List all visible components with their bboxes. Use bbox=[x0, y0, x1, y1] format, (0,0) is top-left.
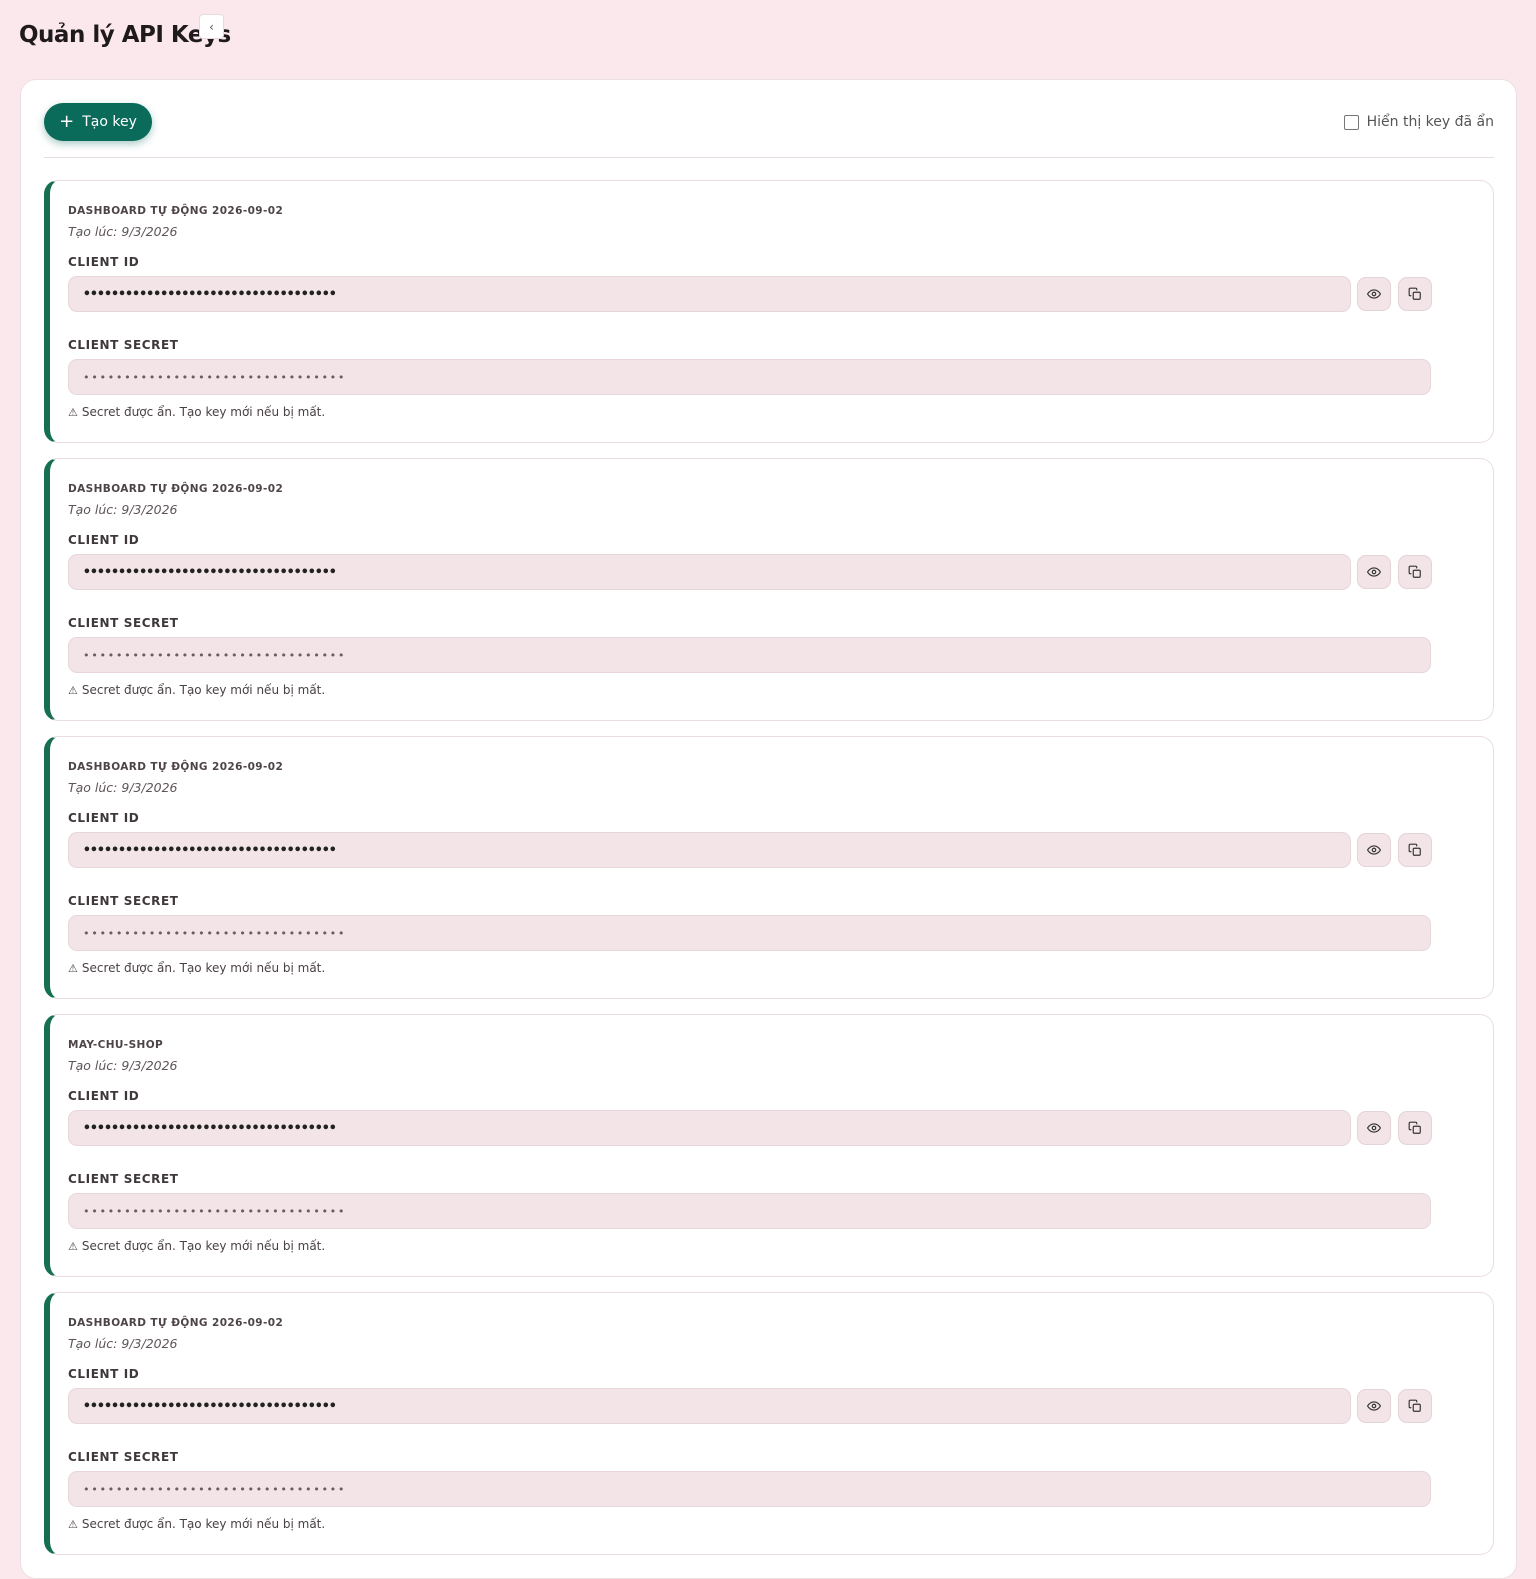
warning-icon: ⚠ bbox=[68, 1239, 78, 1253]
reveal-client-id-button[interactable] bbox=[1357, 833, 1391, 867]
copy-client-id-button[interactable] bbox=[1398, 1389, 1432, 1423]
warning-icon: ⚠ bbox=[68, 961, 78, 975]
key-name: DASHBOARD TỰ ĐỘNG 2026-09-02 bbox=[68, 205, 284, 217]
created-at: Tạo lúc: 9/3/2026 bbox=[68, 1058, 178, 1073]
api-keys-panel: + Tạo key Hiển thị key đã ẩn DASHBOARD T… bbox=[20, 79, 1517, 1579]
collapse-sidebar-button[interactable]: ‹ bbox=[199, 14, 224, 39]
copy-icon bbox=[1408, 843, 1421, 856]
show-hidden-toggle[interactable]: Hiển thị key đã ẩn bbox=[1343, 114, 1494, 130]
key-card: DASHBOARD TỰ ĐỘNG 2026-09-02 Tạo lúc: 9/… bbox=[44, 1292, 1494, 1555]
secret-warning: ⚠ Secret được ẩn. Tạo key mới nếu bị mất… bbox=[68, 683, 325, 697]
client-id-label: CLIENT ID bbox=[68, 1367, 140, 1381]
key-name: DASHBOARD TỰ ĐỘNG 2026-09-02 bbox=[68, 483, 284, 495]
secret-warning: ⚠ Secret được ẩn. Tạo key mới nếu bị mất… bbox=[68, 405, 325, 419]
created-at: Tạo lúc: 9/3/2026 bbox=[68, 1336, 178, 1351]
key-card: DASHBOARD TỰ ĐỘNG 2026-09-02 Tạo lúc: 9/… bbox=[44, 458, 1494, 721]
client-id-label: CLIENT ID bbox=[68, 533, 140, 547]
chevron-left-icon: ‹ bbox=[209, 19, 214, 34]
client-secret-label: CLIENT SECRET bbox=[68, 616, 179, 630]
client-id-field[interactable]: •••••••••••••••••••••••••••••••••••• bbox=[68, 832, 1351, 868]
copy-icon bbox=[1408, 1121, 1421, 1134]
key-list: DASHBOARD TỰ ĐỘNG 2026-09-02 Tạo lúc: 9/… bbox=[44, 180, 1494, 1570]
eye-icon bbox=[1367, 567, 1381, 577]
secret-warning: ⚠ Secret được ẩn. Tạo key mới nếu bị mất… bbox=[68, 961, 325, 975]
client-secret-field[interactable]: •••••••••••••••••••••••••••••••• bbox=[68, 1471, 1431, 1507]
key-name: DASHBOARD TỰ ĐỘNG 2026-09-02 bbox=[68, 761, 284, 773]
warning-text: Secret được ẩn. Tạo key mới nếu bị mất. bbox=[81, 683, 326, 697]
client-secret-label: CLIENT SECRET bbox=[68, 338, 179, 352]
created-at: Tạo lúc: 9/3/2026 bbox=[68, 502, 178, 517]
client-secret-field[interactable]: •••••••••••••••••••••••••••••••• bbox=[68, 1193, 1431, 1229]
reveal-client-id-button[interactable] bbox=[1357, 555, 1391, 589]
client-secret-label: CLIENT SECRET bbox=[68, 1450, 179, 1464]
copy-icon bbox=[1408, 565, 1421, 578]
warning-icon: ⚠ bbox=[68, 405, 78, 419]
eye-icon bbox=[1367, 1123, 1381, 1133]
copy-client-id-button[interactable] bbox=[1398, 833, 1432, 867]
client-id-field[interactable]: •••••••••••••••••••••••••••••••••••• bbox=[68, 554, 1351, 590]
reveal-client-id-button[interactable] bbox=[1357, 1389, 1391, 1423]
warning-icon: ⚠ bbox=[68, 1517, 78, 1531]
warning-text: Secret được ẩn. Tạo key mới nếu bị mất. bbox=[81, 961, 326, 975]
client-secret-field[interactable]: •••••••••••••••••••••••••••••••• bbox=[68, 637, 1431, 673]
client-id-field[interactable]: •••••••••••••••••••••••••••••••••••• bbox=[68, 1110, 1351, 1146]
create-key-label: Tạo key bbox=[82, 114, 137, 130]
plus-icon: + bbox=[59, 111, 75, 132]
client-id-field[interactable]: •••••••••••••••••••••••••••••••••••• bbox=[68, 276, 1351, 312]
eye-icon bbox=[1367, 289, 1381, 299]
copy-client-id-button[interactable] bbox=[1398, 277, 1432, 311]
created-at: Tạo lúc: 9/3/2026 bbox=[68, 224, 178, 239]
warning-text: Secret được ẩn. Tạo key mới nếu bị mất. bbox=[81, 405, 326, 419]
client-secret-field[interactable]: •••••••••••••••••••••••••••••••• bbox=[68, 915, 1431, 951]
client-secret-label: CLIENT SECRET bbox=[68, 894, 179, 908]
reveal-client-id-button[interactable] bbox=[1357, 277, 1391, 311]
client-id-label: CLIENT ID bbox=[68, 1089, 140, 1103]
secret-warning: ⚠ Secret được ẩn. Tạo key mới nếu bị mất… bbox=[68, 1517, 325, 1531]
copy-client-id-button[interactable] bbox=[1398, 1111, 1432, 1145]
warning-text: Secret được ẩn. Tạo key mới nếu bị mất. bbox=[81, 1239, 326, 1253]
client-secret-field[interactable]: •••••••••••••••••••••••••••••••• bbox=[68, 359, 1431, 395]
key-name: DASHBOARD TỰ ĐỘNG 2026-09-02 bbox=[68, 1317, 284, 1329]
client-secret-label: CLIENT SECRET bbox=[68, 1172, 179, 1186]
created-at: Tạo lúc: 9/3/2026 bbox=[68, 780, 178, 795]
eye-icon bbox=[1367, 1401, 1381, 1411]
warning-icon: ⚠ bbox=[68, 683, 78, 697]
client-id-label: CLIENT ID bbox=[68, 255, 140, 269]
copy-client-id-button[interactable] bbox=[1398, 555, 1432, 589]
create-key-button[interactable]: + Tạo key bbox=[44, 103, 152, 141]
client-id-label: CLIENT ID bbox=[68, 811, 140, 825]
key-card: MAY-CHU-SHOP Tạo lúc: 9/3/2026 CLIENT ID… bbox=[44, 1014, 1494, 1277]
show-hidden-label: Hiển thị key đã ẩn bbox=[1366, 114, 1494, 130]
secret-warning: ⚠ Secret được ẩn. Tạo key mới nếu bị mất… bbox=[68, 1239, 325, 1253]
key-name: MAY-CHU-SHOP bbox=[68, 1039, 164, 1051]
show-hidden-checkbox[interactable] bbox=[1343, 114, 1359, 130]
copy-icon bbox=[1408, 287, 1421, 300]
reveal-client-id-button[interactable] bbox=[1357, 1111, 1391, 1145]
warning-text: Secret được ẩn. Tạo key mới nếu bị mất. bbox=[81, 1517, 326, 1531]
toolbar: + Tạo key Hiển thị key đã ẩn bbox=[44, 103, 1494, 158]
key-card: DASHBOARD TỰ ĐỘNG 2026-09-02 Tạo lúc: 9/… bbox=[44, 180, 1494, 443]
key-card: DASHBOARD TỰ ĐỘNG 2026-09-02 Tạo lúc: 9/… bbox=[44, 736, 1494, 999]
eye-icon bbox=[1367, 845, 1381, 855]
client-id-field[interactable]: •••••••••••••••••••••••••••••••••••• bbox=[68, 1388, 1351, 1424]
copy-icon bbox=[1408, 1399, 1421, 1412]
